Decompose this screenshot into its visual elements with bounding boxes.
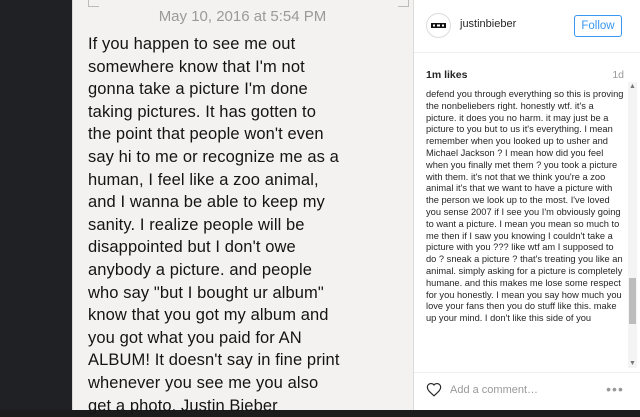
note-corner-icon xyxy=(88,0,99,7)
comments-scrollbar[interactable]: ▲ ▼ xyxy=(628,82,637,368)
likes-row: 1m likes 1d xyxy=(426,69,624,83)
avatar-logo-icon xyxy=(431,23,446,28)
avatar[interactable] xyxy=(426,13,451,38)
username-link[interactable]: justinbieber xyxy=(460,18,516,30)
more-options-icon[interactable]: ••• xyxy=(604,381,626,397)
comments-list[interactable]: defend you through everything so this is… xyxy=(426,89,624,361)
note-corner-icon-right xyxy=(398,0,409,7)
post-footer: ••• xyxy=(414,372,640,411)
heart-icon[interactable] xyxy=(426,382,442,397)
post-header: justinbieber Follow xyxy=(414,0,640,53)
post-sidebar: justinbieber Follow 1m likes 1d defend y… xyxy=(414,0,640,410)
follow-button[interactable]: Follow xyxy=(574,15,622,37)
add-comment-input[interactable] xyxy=(450,382,600,398)
comment-text: defend you through everything so this is… xyxy=(426,89,624,324)
scroll-up-arrow-icon[interactable]: ▲ xyxy=(628,82,637,91)
likes-count[interactable]: 1m likes xyxy=(426,69,467,81)
scroll-down-arrow-icon[interactable]: ▼ xyxy=(628,359,637,368)
note-date: May 10, 2016 at 5:54 PM xyxy=(158,8,327,25)
scrollbar-thumb[interactable] xyxy=(629,278,636,324)
post-age[interactable]: 1d xyxy=(612,69,624,81)
note-body-text: If you happen to see me out somewhere kn… xyxy=(88,35,340,415)
